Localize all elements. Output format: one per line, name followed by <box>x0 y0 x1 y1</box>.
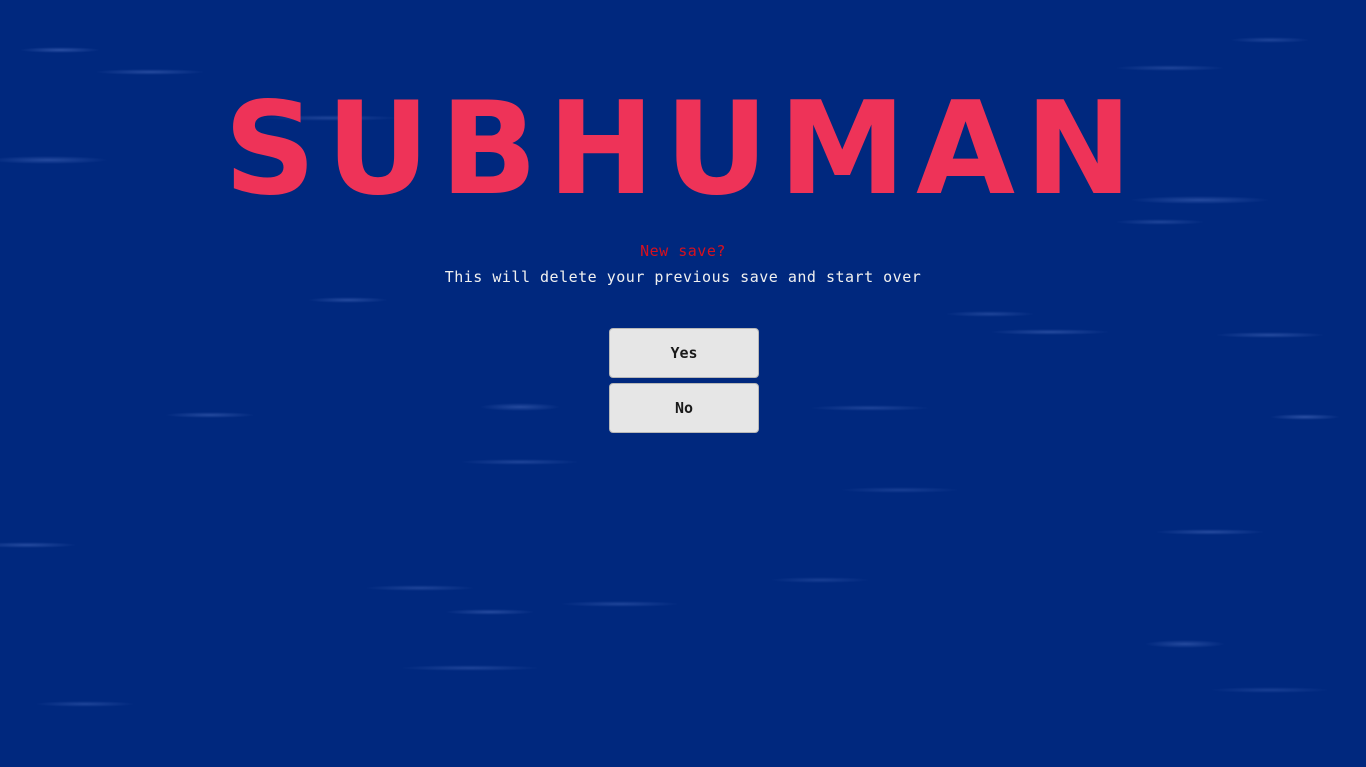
dialog-heading: New save? <box>640 242 726 260</box>
no-button[interactable]: No <box>609 383 759 433</box>
dialog-message: This will delete your previous save and … <box>444 268 922 286</box>
yes-button[interactable]: Yes <box>609 328 759 378</box>
game-title: SUBHUMAN <box>223 75 1143 224</box>
